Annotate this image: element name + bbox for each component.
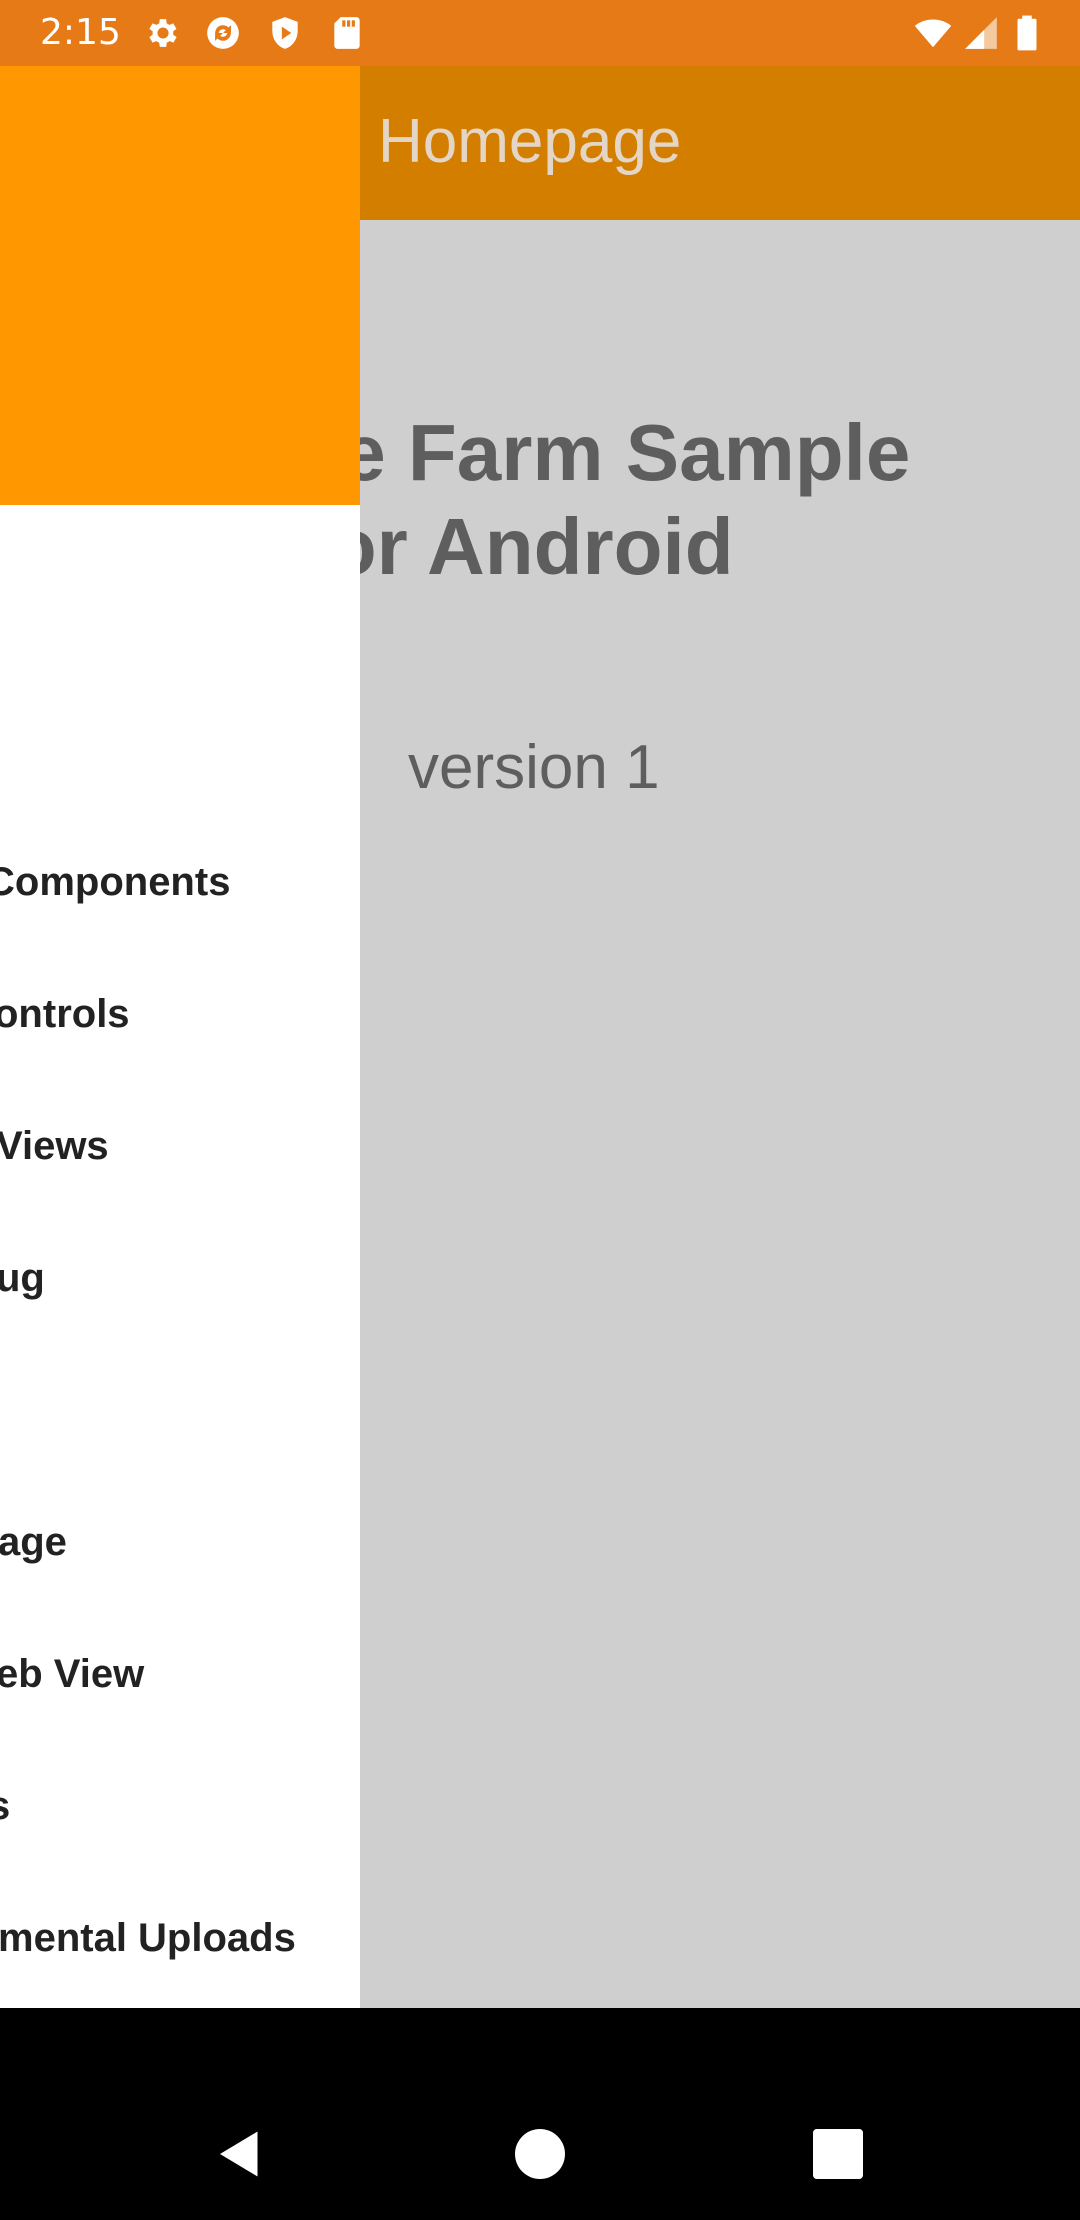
home-icon[interactable] [510, 2124, 570, 2184]
system-nav-bar [0, 2008, 1080, 2220]
wifi-icon [914, 14, 952, 52]
sd-card-icon [328, 14, 366, 52]
drawer-item-login-page[interactable]: age [0, 1502, 360, 1582]
status-time: 2:15 [40, 12, 121, 53]
drawer-item-crash-bug[interactable]: ug [0, 1238, 360, 1318]
status-bar: 2:15 [0, 0, 1080, 66]
gear-icon [144, 14, 182, 52]
sync-icon [204, 14, 242, 52]
drawer-item-nested-views[interactable]: Views [0, 1106, 360, 1186]
drawer-item-alerts[interactable]: s [0, 1766, 360, 1846]
drawer-item-web-view[interactable]: eb View [0, 1634, 360, 1714]
shield-play-icon [266, 14, 304, 52]
page-title: Homepage [378, 107, 682, 176]
drawer-item-input-controls[interactable]: ontrols [0, 974, 360, 1054]
recents-icon[interactable] [808, 2124, 868, 2184]
drawer-item-native-components[interactable]: Components [0, 842, 360, 922]
battery-icon [1010, 14, 1044, 52]
signal-icon [962, 14, 1000, 52]
drawer-menu: Components ontrols Views ug age eb View … [0, 66, 360, 2008]
version-label: version 1 [408, 733, 660, 802]
navigation-drawer[interactable]: Components ontrols Views ug age eb View … [0, 66, 360, 2008]
drawer-item-fundamental-uploads[interactable]: mental Uploads [0, 1898, 360, 1978]
back-icon[interactable] [210, 2124, 270, 2184]
